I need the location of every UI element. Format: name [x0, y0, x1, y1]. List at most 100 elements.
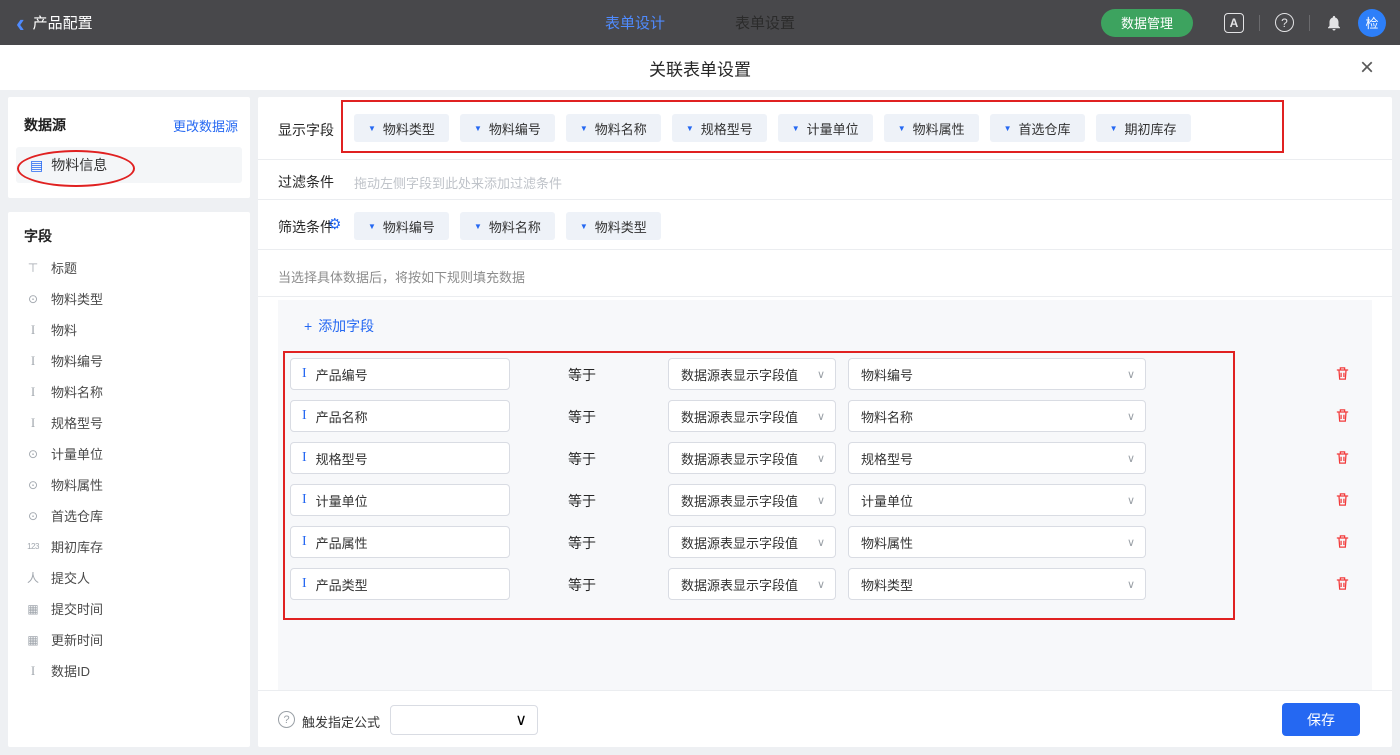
target-field-box[interactable]: I产品名称	[290, 400, 510, 432]
mapping-row: I产品类型 等于 数据源表显示字段值∨ 物料类型∨	[278, 568, 1372, 600]
source-field-select[interactable]: 规格型号∨	[848, 442, 1146, 474]
divider	[1259, 15, 1260, 31]
display-field-chip[interactable]: ▼ 规格型号	[672, 114, 767, 142]
sidebar-field-update-time[interactable]: ▦更新时间	[8, 624, 250, 655]
filter-dropzone-placeholder[interactable]: 拖动左侧字段到此处来添加过滤条件	[354, 173, 562, 192]
add-field-link[interactable]: +添加字段	[304, 316, 374, 336]
delete-row-icon[interactable]	[1334, 533, 1351, 550]
chevron-down-icon: ▼	[474, 222, 482, 231]
source-type-select[interactable]: 数据源表显示字段值∨	[668, 484, 836, 516]
source-type-select[interactable]: 数据源表显示字段值∨	[668, 400, 836, 432]
display-fields-label: 显示字段	[278, 120, 334, 140]
screen-field-chip[interactable]: ▼物料编号	[354, 212, 449, 240]
mapping-row: I产品编号 等于 数据源表显示字段值∨ 物料编号∨	[278, 358, 1372, 390]
data-manage-button[interactable]: 数据管理	[1101, 9, 1193, 37]
sidebar-field-warehouse[interactable]: ⊙首选仓库	[8, 500, 250, 531]
sidebar-field-spec-model[interactable]: I规格型号	[8, 407, 250, 438]
back-icon[interactable]: ‹	[16, 3, 25, 43]
field-label: 物料编号	[51, 351, 103, 370]
screen-field-chip[interactable]: ▼物料名称	[460, 212, 555, 240]
main-footer: ? 触发指定公式 ∨ 保存	[258, 690, 1392, 747]
sidebar-field-material-name[interactable]: I物料名称	[8, 376, 250, 407]
delete-row-icon[interactable]	[1334, 449, 1351, 466]
text-field-icon: I	[302, 450, 307, 466]
source-type-value: 数据源表显示字段值	[681, 491, 798, 510]
sidebar-field-material-code[interactable]: I物料编号	[8, 345, 250, 376]
source-field-select[interactable]: 物料类型∨	[848, 568, 1146, 600]
chip-label: 物料编号	[383, 217, 435, 236]
chip-label: 计量单位	[807, 119, 859, 138]
translate-icon[interactable]: A	[1224, 13, 1244, 33]
change-datasource-link[interactable]: 更改数据源	[173, 116, 238, 135]
sidebar-field-submitter[interactable]: 人提交人	[8, 562, 250, 593]
chevron-down-icon: ▼	[580, 124, 588, 133]
gear-icon[interactable]: ⚙	[328, 215, 341, 233]
source-type-select[interactable]: 数据源表显示字段值∨	[668, 442, 836, 474]
help-circle-icon[interactable]: ?	[278, 711, 295, 728]
source-type-select[interactable]: 数据源表显示字段值∨	[668, 358, 836, 390]
datasource-item[interactable]: ▤ 物料信息	[16, 147, 242, 183]
chevron-down-icon: ∨	[1127, 578, 1135, 591]
close-icon[interactable]: ×	[1360, 56, 1374, 80]
sidebar-field-unit[interactable]: ⊙计量单位	[8, 438, 250, 469]
sidebar-field-title[interactable]: ⊤标题	[8, 252, 250, 283]
source-field-select[interactable]: 物料属性∨	[848, 526, 1146, 558]
target-field-box[interactable]: I产品属性	[290, 526, 510, 558]
delete-row-icon[interactable]	[1334, 407, 1351, 424]
sidebar-field-material[interactable]: I物料	[8, 314, 250, 345]
source-field-select[interactable]: 计量单位∨	[848, 484, 1146, 516]
screen-fields-chips: ▼物料编号 ▼物料名称 ▼物料类型	[354, 212, 661, 240]
target-field-box[interactable]: I产品类型	[290, 568, 510, 600]
display-field-chip[interactable]: ▼物料属性	[884, 114, 979, 142]
operator-label: 等于	[568, 491, 612, 511]
save-button[interactable]: 保存	[1282, 703, 1360, 736]
display-field-chip[interactable]: ▼首选仓库	[990, 114, 1085, 142]
screen-field-chip[interactable]: ▼物料类型	[566, 212, 661, 240]
topbar-left: ‹ 产品配置	[16, 0, 93, 45]
source-field-value: 物料名称	[861, 407, 913, 426]
hint-row: 当选择具体数据后，将按如下规则填充数据	[258, 251, 1392, 297]
fill-rule-hint: 当选择具体数据后，将按如下规则填充数据	[278, 267, 525, 286]
select-field-icon: ⊙	[24, 478, 42, 492]
text-field-icon: I	[24, 322, 42, 338]
delete-row-icon[interactable]	[1334, 365, 1351, 382]
source-field-select[interactable]: 物料编号∨	[848, 358, 1146, 390]
page-title[interactable]: 产品配置	[33, 12, 93, 33]
sidebar-field-data-id[interactable]: I数据ID	[8, 655, 250, 686]
trigger-formula-label: 触发指定公式	[302, 712, 380, 731]
tab-form-design[interactable]: 表单设计	[605, 12, 665, 33]
source-type-select[interactable]: 数据源表显示字段值∨	[668, 568, 836, 600]
display-field-chip[interactable]: ▼期初库存	[1096, 114, 1191, 142]
chip-label: 规格型号	[701, 119, 753, 138]
tab-form-settings[interactable]: 表单设置	[735, 12, 795, 33]
sidebar-field-initial-stock[interactable]: 123期初库存	[8, 531, 250, 562]
chevron-down-icon: ▼	[686, 124, 694, 133]
target-field-box[interactable]: I规格型号	[290, 442, 510, 474]
target-field-box[interactable]: I产品编号	[290, 358, 510, 390]
avatar[interactable]: 检	[1358, 9, 1386, 37]
display-field-chip[interactable]: ▼物料类型	[354, 114, 449, 142]
help-icon[interactable]: ?	[1275, 13, 1294, 32]
source-type-value: 数据源表显示字段值	[681, 407, 798, 426]
bell-icon[interactable]	[1325, 14, 1343, 32]
delete-row-icon[interactable]	[1334, 491, 1351, 508]
source-type-select[interactable]: 数据源表显示字段值∨	[668, 526, 836, 558]
sidebar-field-material-attr[interactable]: ⊙物料属性	[8, 469, 250, 500]
display-field-chip[interactable]: ▼计量单位	[778, 114, 873, 142]
display-field-chip[interactable]: ▼物料编号	[460, 114, 555, 142]
source-field-select[interactable]: 物料名称∨	[848, 400, 1146, 432]
page: ‹ 产品配置 表单设计 表单设置 数据管理 A ? 检 关联表单设置 × 数据源…	[0, 0, 1400, 755]
modal-header: 关联表单设置 ×	[0, 45, 1400, 90]
field-label: 物料名称	[51, 382, 103, 401]
text-field-icon: I	[24, 663, 42, 679]
target-field-box[interactable]: I计量单位	[290, 484, 510, 516]
display-field-chip[interactable]: ▼物料名称	[566, 114, 661, 142]
delete-row-icon[interactable]	[1334, 575, 1351, 592]
trigger-formula-select[interactable]: ∨	[390, 705, 538, 735]
mapping-area: +添加字段 I产品编号 等于 数据源表显示字段值∨ 物料编号∨ I产品名称 等于…	[278, 300, 1372, 690]
sidebar-field-material-type[interactable]: ⊙物料类型	[8, 283, 250, 314]
sidebar-field-submit-time[interactable]: ▦提交时间	[8, 593, 250, 624]
topbar: ‹ 产品配置 表单设计 表单设置 数据管理 A ? 检	[0, 0, 1400, 45]
chevron-down-icon: ▼	[898, 124, 906, 133]
fields-panel: 字段 ⊤标题 ⊙物料类型 I物料 I物料编号 I物料名称 I规格型号 ⊙计量单位…	[8, 212, 250, 747]
